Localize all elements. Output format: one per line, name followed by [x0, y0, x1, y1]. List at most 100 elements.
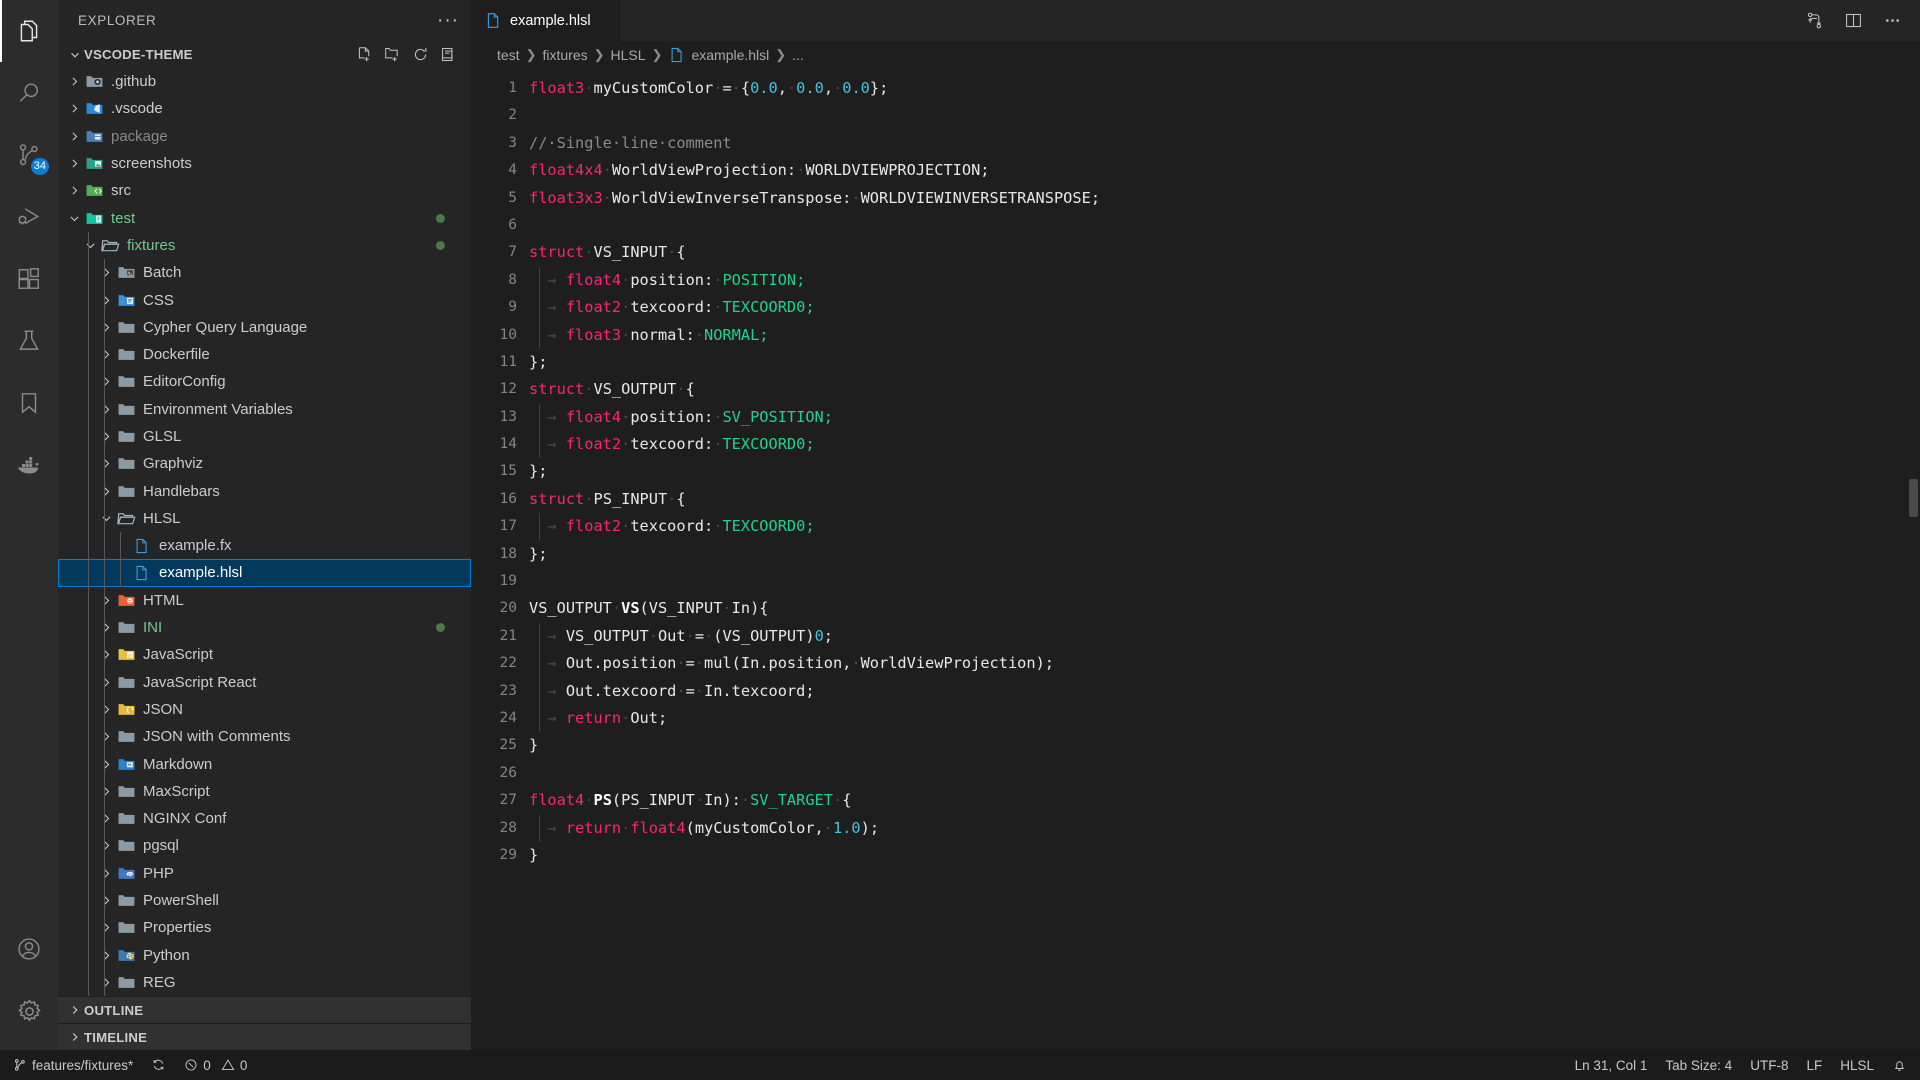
tree-folder-reg[interactable]: REG: [58, 968, 471, 996]
chevron-right-icon[interactable]: [66, 101, 83, 117]
code-line[interactable]: struct·VS_INPUT·{: [529, 239, 1920, 266]
folder-section-header[interactable]: VSCODE-THEME: [58, 41, 471, 68]
tree-folder-src[interactable]: src: [58, 177, 471, 204]
tree-folder-fixtures[interactable]: fixtures: [58, 231, 471, 260]
tree-folder-properties[interactable]: Properties: [58, 914, 471, 942]
chevron-right-icon[interactable]: [98, 729, 115, 745]
activity-item-run-debug[interactable]: [0, 186, 58, 248]
more-actions-icon[interactable]: [1883, 11, 1902, 30]
status-notifications[interactable]: [1883, 1050, 1916, 1080]
chevron-right-icon[interactable]: [98, 592, 115, 608]
code-line[interactable]: → float2·texcoord:·TEXCOORD0;: [529, 431, 1920, 459]
sidebar-more-actions-icon[interactable]: ···: [437, 11, 459, 30]
chevron-right-icon[interactable]: [98, 893, 115, 909]
breadcrumb[interactable]: test ❯ fixtures ❯ HLSL ❯ example.hlsl ❯...: [471, 41, 1920, 69]
new-folder-icon[interactable]: [384, 46, 401, 63]
tree-folder-ini[interactable]: INI: [58, 613, 471, 642]
overview-ruler[interactable]: [1906, 69, 1920, 1050]
status-editor-language[interactable]: HLSL: [1831, 1050, 1883, 1080]
code-line[interactable]: float3·myCustomColor·=·{0.0,·0.0,·0.0};: [529, 75, 1920, 102]
tree-folder-html[interactable]: HTML: [58, 586, 471, 614]
chevron-right-icon[interactable]: [98, 319, 115, 335]
code-line[interactable]: → float4·position:·SV_POSITION;: [529, 403, 1920, 432]
chevron-down-icon[interactable]: [98, 510, 115, 526]
activity-item-accounts[interactable]: [0, 918, 58, 980]
tree-file-example-hlsl[interactable]: example.hlsl: [58, 559, 471, 587]
activity-item-source-control[interactable]: 34: [0, 124, 58, 186]
activity-item-bookmarks[interactable]: [0, 372, 58, 434]
status-editor-eol[interactable]: LF: [1797, 1050, 1831, 1080]
code-line[interactable]: float4·PS(PS_INPUT·In):·SV_TARGET·{: [529, 787, 1920, 814]
tree-folder-javascript-react[interactable]: JavaScript React: [58, 668, 471, 696]
chevron-right-icon[interactable]: [98, 701, 115, 717]
tree-folder-pgsql[interactable]: pgsql: [58, 832, 471, 860]
timeline-section-header[interactable]: TIMELINE: [58, 1023, 471, 1050]
activity-item-search[interactable]: [0, 62, 58, 124]
chevron-right-icon[interactable]: [98, 647, 115, 663]
chevron-right-icon[interactable]: [98, 947, 115, 963]
chevron-right-icon[interactable]: [66, 128, 83, 144]
tree-folder-nginx-conf[interactable]: NGINX Conf: [58, 805, 471, 833]
code-line[interactable]: → Out.position·=·mul(In.position,·WorldV…: [529, 650, 1920, 678]
chevron-down-icon[interactable]: [82, 237, 99, 253]
status-problems[interactable]: 0 0: [175, 1050, 256, 1080]
chevron-right-icon[interactable]: [98, 620, 115, 636]
tree-folder-cypher-query-language[interactable]: Cypher Query Language: [58, 313, 471, 341]
collapse-all-icon[interactable]: [440, 46, 457, 63]
tree-folder--vscode[interactable]: .vscode: [58, 95, 471, 122]
code-editor[interactable]: 1 2 3 4 5 6 7 8 9 10 11 12 13 14 15 16 17 18 19 20 21 22 23 24 2…: [471, 69, 1920, 1050]
tree-folder--github[interactable]: .github: [58, 68, 471, 95]
chevron-right-icon[interactable]: [66, 183, 83, 199]
code-line[interactable]: };: [529, 541, 1920, 568]
tree-folder-maxscript[interactable]: MaxScript: [58, 777, 471, 806]
chevron-right-icon[interactable]: [98, 429, 115, 445]
activity-item-explorer[interactable]: [0, 0, 58, 62]
split-editor-icon[interactable]: [1844, 11, 1863, 30]
chevron-right-icon[interactable]: [98, 865, 115, 881]
tree-folder-screenshots[interactable]: screenshots: [58, 150, 471, 177]
breadcrumb-item-test[interactable]: test: [497, 47, 520, 63]
tree-folder-handlebars[interactable]: Handlebars: [58, 477, 471, 505]
status-editor-encoding[interactable]: UTF-8: [1741, 1050, 1797, 1080]
chevron-right-icon[interactable]: [98, 756, 115, 772]
chevron-right-icon[interactable]: [98, 783, 115, 799]
status-git-branch[interactable]: features/fixtures*: [4, 1050, 142, 1080]
chevron-right-icon[interactable]: [66, 74, 83, 90]
tree-folder-hlsl[interactable]: HLSL: [58, 504, 471, 533]
code-line[interactable]: → VS_OUTPUT·Out·=·(VS_OUTPUT)0;: [529, 622, 1920, 651]
chevron-right-icon[interactable]: [98, 374, 115, 390]
chevron-right-icon[interactable]: [98, 838, 115, 854]
activity-item-extensions[interactable]: [0, 248, 58, 310]
code-line[interactable]: }: [529, 732, 1920, 759]
code-line[interactable]: float4x4·WorldViewProjection:·WORLDVIEWP…: [529, 157, 1920, 184]
file-tree[interactable]: .github .vscode package screenshots src test …: [58, 68, 471, 996]
status-sync-changes[interactable]: [142, 1050, 175, 1080]
split-compare-icon[interactable]: [1805, 11, 1824, 30]
new-file-icon[interactable]: [356, 46, 373, 63]
tree-folder-dockerfile[interactable]: Dockerfile: [58, 340, 471, 369]
tree-folder-python[interactable]: Python: [58, 941, 471, 969]
status-editor-indentation[interactable]: Tab Size: 4: [1656, 1050, 1741, 1080]
tree-folder-glsl[interactable]: GLSL: [58, 422, 471, 451]
editor-tab-example-hlsl[interactable]: example.hlsl: [471, 0, 621, 41]
code-line[interactable]: → float4·position:·POSITION;: [529, 266, 1920, 295]
code-line[interactable]: //·Single·line·comment: [529, 130, 1920, 157]
code-line[interactable]: [529, 568, 1920, 595]
breadcrumb-item--[interactable]: ...: [792, 47, 804, 63]
chevron-right-icon[interactable]: [98, 483, 115, 499]
code-line[interactable]: → float2·texcoord:·TEXCOORD0;: [529, 294, 1920, 322]
chevron-right-icon[interactable]: [98, 347, 115, 363]
chevron-right-icon[interactable]: [66, 156, 83, 172]
code-line[interactable]: → float2·texcoord:·TEXCOORD0;: [529, 513, 1920, 541]
activity-item-testing[interactable]: [0, 310, 58, 372]
code-line[interactable]: struct·PS_INPUT·{: [529, 486, 1920, 513]
chevron-right-icon[interactable]: [98, 974, 115, 990]
scrollbar-thumb[interactable]: [1909, 479, 1918, 517]
chevron-right-icon[interactable]: [98, 920, 115, 936]
tree-folder-markdown[interactable]: M↓ Markdown: [58, 750, 471, 778]
outline-section-header[interactable]: OUTLINE: [58, 996, 471, 1023]
code-line[interactable]: → float3·normal:·NORMAL;: [529, 321, 1920, 349]
code-line[interactable]: → return·float4(myCustomColor,·1.0);: [529, 814, 1920, 842]
code-line[interactable]: float3x3·WorldViewInverseTranspose:·WORL…: [529, 185, 1920, 212]
code-line[interactable]: → Out.texcoord·=·In.texcoord;: [529, 677, 1920, 705]
